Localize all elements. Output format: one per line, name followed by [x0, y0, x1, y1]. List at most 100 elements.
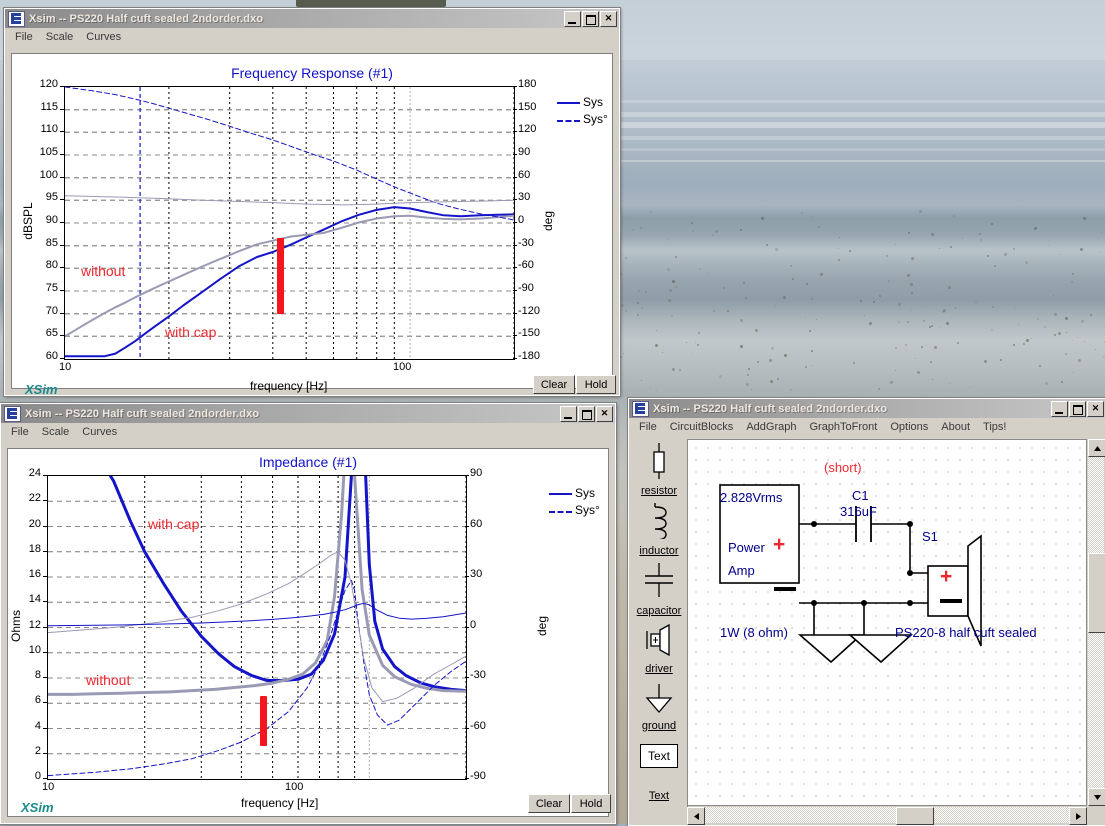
titlebar-impedance[interactable]: Xsim -- PS220 Half cuft sealed 2ndorder.… [1, 404, 615, 423]
minimize-button[interactable] [564, 10, 581, 27]
palette-resistor[interactable]: resistor [631, 443, 687, 497]
sand-speck [784, 354, 787, 357]
y2-axis-label-impedance: deg [535, 615, 549, 637]
vertical-scrollbar-thumb[interactable] [1088, 553, 1105, 633]
horizontal-scrollbar-thumb[interactable] [896, 807, 934, 825]
menu-circuitblocks[interactable]: CircuitBlocks [665, 420, 742, 435]
close-button[interactable]: ✕ [596, 405, 613, 422]
sand-speck [620, 356, 622, 358]
scroll-left-arrow[interactable] [687, 807, 705, 825]
window-frequency-response[interactable]: Xsim -- PS220 Half cuft sealed 2ndorder.… [4, 8, 620, 397]
sand-speck [670, 244, 671, 245]
sand-speck [1013, 248, 1015, 250]
menu-file[interactable]: File [634, 420, 665, 435]
window-impedance[interactable]: Xsim -- PS220 Half cuft sealed 2ndorder.… [0, 403, 616, 824]
sand-speck [1025, 261, 1028, 264]
palette-label-inductor: inductor [639, 545, 679, 557]
sand-speck [1077, 337, 1078, 338]
scroll-right-arrow[interactable] [1069, 807, 1087, 825]
sand-speck [930, 361, 932, 363]
y-tick-mark [43, 475, 47, 476]
sand-speck [771, 347, 774, 350]
sand-speck [770, 380, 773, 383]
maximize-button[interactable] [582, 10, 599, 27]
palette-capacitor[interactable]: capacitor [631, 561, 687, 617]
close-button[interactable]: ✕ [600, 10, 617, 27]
y2-tick-label: 0 [470, 618, 477, 631]
sand-speck [895, 347, 897, 349]
sand-speck [919, 210, 922, 213]
menu-file[interactable]: File [6, 425, 37, 440]
menubar-frequency-response[interactable]: File Scale Curves [5, 28, 619, 48]
menu-addgraph[interactable]: AddGraph [741, 420, 804, 435]
sand-speck [801, 212, 803, 214]
wave-5 [620, 148, 1105, 151]
hold-button-impedance[interactable]: Hold [571, 794, 611, 813]
text-icon: Text [640, 744, 678, 768]
palette-driver[interactable]: driver [631, 623, 687, 675]
horizontal-scrollbar-track[interactable] [687, 807, 1087, 825]
sand-speck [962, 238, 963, 239]
sand-speck [655, 344, 658, 347]
y-tick-label: 4 [34, 719, 41, 732]
sand-speck [1048, 245, 1049, 246]
window-circuit[interactable]: Xsim -- PS220 Half cuft sealed 2ndorder.… [628, 398, 1105, 826]
sand-speck [775, 305, 776, 306]
maximize-button[interactable] [578, 405, 595, 422]
minimize-button[interactable] [560, 405, 577, 422]
y-tick-mark [43, 576, 47, 577]
hold-button-frequency-response[interactable]: Hold [576, 375, 616, 394]
titlebar-circuit[interactable]: Xsim -- PS220 Half cuft sealed 2ndorder.… [629, 399, 1105, 418]
sand-speck [811, 350, 813, 352]
menubar-impedance[interactable]: File Scale Curves [1, 423, 615, 443]
sand-speck [740, 319, 743, 322]
maximize-button[interactable] [1069, 400, 1086, 417]
y2-tick-label: 30 [470, 568, 483, 580]
menu-graphtofront[interactable]: GraphToFront [804, 420, 885, 435]
sand-speck [970, 387, 971, 388]
minimize-button[interactable] [1051, 400, 1068, 417]
legend-label-sys-phase: Sys° [583, 112, 608, 126]
sand-speck [939, 248, 940, 249]
y-tick-mark [60, 244, 64, 246]
palette-label-text: Text [648, 790, 670, 802]
sand-speck [1101, 232, 1102, 233]
sand-speck [632, 229, 634, 231]
menu-curves[interactable]: Curves [77, 425, 125, 440]
palette-inductor[interactable]: inductor [631, 501, 687, 557]
schematic-canvas[interactable]: (short) 2.828Vrms Power Amp 1W (8 ohm) C… [687, 439, 1087, 806]
schematic-source-name-line1: Power [728, 540, 765, 555]
sand-speck [878, 388, 880, 390]
sand-speck [812, 365, 813, 366]
sand-speck [806, 283, 808, 285]
y2-tick-mark [513, 176, 517, 178]
palette-ground[interactable]: ground [631, 682, 687, 732]
sand-speck [911, 310, 912, 311]
source-minus-symbol [774, 587, 796, 591]
y2-tick-label: 120 [518, 123, 537, 136]
sand-speck [921, 346, 923, 348]
menu-curves[interactable]: Curves [81, 30, 129, 45]
palette-text[interactable]: Text Text [631, 744, 687, 802]
menu-options[interactable]: Options [885, 420, 936, 435]
schematic-source-value: 2.828Vrms [720, 490, 783, 505]
clear-button-impedance[interactable]: Clear [528, 794, 570, 813]
menubar-circuit[interactable]: File CircuitBlocks AddGraph GraphToFront… [629, 418, 1105, 438]
y-tick-mark [43, 778, 47, 779]
component-palette[interactable]: resistor inductor capacitor driver groun… [631, 439, 688, 823]
scrollbar-resize-corner[interactable] [1088, 807, 1104, 823]
vertical-scrollbar-track[interactable] [1088, 439, 1105, 806]
menu-file[interactable]: File [10, 30, 41, 45]
clear-button-frequency-response[interactable]: Clear [533, 375, 575, 394]
menu-about[interactable]: About [936, 420, 978, 435]
scroll-down-arrow[interactable] [1088, 788, 1105, 806]
menu-tips[interactable]: Tips! [978, 420, 1014, 435]
scroll-up-arrow[interactable] [1088, 439, 1105, 457]
close-button[interactable]: ✕ [1087, 400, 1104, 417]
sand-speck [1004, 253, 1007, 256]
sand-speck [672, 368, 675, 371]
menu-scale[interactable]: Scale [41, 30, 82, 45]
titlebar-frequency-response[interactable]: Xsim -- PS220 Half cuft sealed 2ndorder.… [5, 9, 619, 28]
sand-speck [805, 317, 806, 318]
menu-scale[interactable]: Scale [37, 425, 78, 440]
